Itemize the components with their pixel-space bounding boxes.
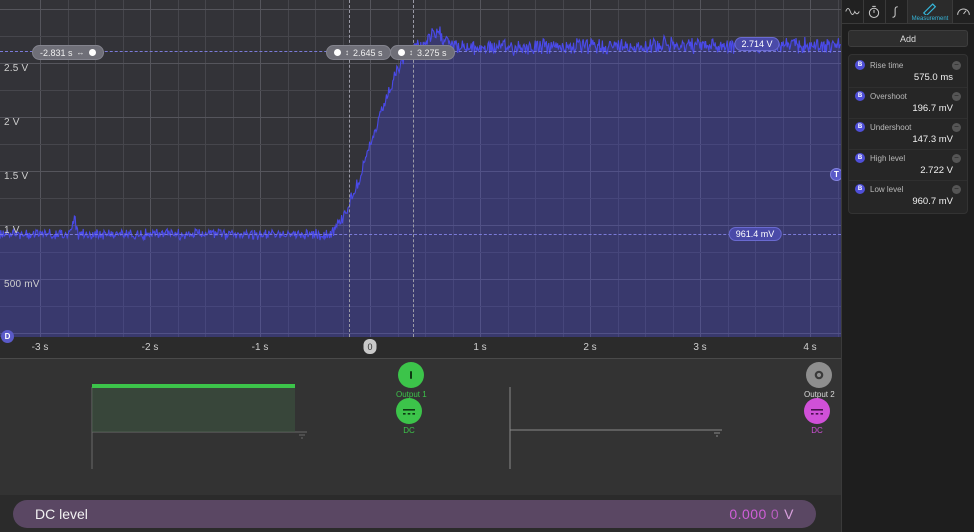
output2-mode-node[interactable]: DC bbox=[804, 398, 830, 435]
signal-editor[interactable]: Output 1 DC Output 2 bbox=[0, 359, 841, 495]
y-axis-label: 500 mV bbox=[4, 279, 40, 290]
cursor-line-low[interactable] bbox=[0, 234, 841, 235]
cursor-pill-3[interactable]: ↕ 3.275 s bbox=[390, 45, 455, 60]
tab-integral[interactable] bbox=[886, 0, 908, 23]
remove-measurement-icon[interactable]: − bbox=[952, 123, 961, 132]
tab-gauge[interactable] bbox=[953, 0, 974, 23]
channel-badge-icon: B bbox=[855, 122, 865, 132]
measurement-name: Undershoot bbox=[870, 123, 947, 132]
x-axis-label: 4 s bbox=[803, 342, 816, 353]
channel-badge-icon: B bbox=[855, 91, 865, 101]
cursor-handle-icon[interactable] bbox=[334, 49, 341, 56]
dc-level-bar[interactable]: DC level 0.0000V bbox=[13, 500, 816, 528]
x-axis-label: 1 s bbox=[473, 342, 486, 353]
remove-measurement-icon[interactable]: − bbox=[952, 185, 961, 194]
measurement-row[interactable]: B Low level − 960.7 mV bbox=[849, 181, 967, 211]
measurement-name: Rise time bbox=[870, 61, 947, 70]
cursor-pill-label: 2.645 s bbox=[353, 48, 383, 58]
value-pill-low[interactable]: 961.4 mV bbox=[729, 227, 782, 241]
cursor-arrow-icon: ↕ bbox=[345, 48, 349, 57]
tab-waveform[interactable] bbox=[842, 0, 864, 23]
measurement-name: Low level bbox=[870, 185, 947, 194]
measurement-row[interactable]: B Rise time − 575.0 ms bbox=[849, 57, 967, 88]
cursor-handle-icon[interactable] bbox=[89, 49, 96, 56]
y-axis-label: 1.5 V bbox=[4, 171, 28, 182]
channel-badge-icon: B bbox=[855, 60, 865, 70]
scope-area: 2.5 V 2 V 1.5 V 1 V 500 mV -2.831 s ↔ ↕ … bbox=[0, 0, 841, 532]
output1-mode-node[interactable]: DC bbox=[396, 398, 422, 435]
measurement-value: 147.3 mV bbox=[855, 132, 961, 145]
output2-mode-label: DC bbox=[811, 426, 823, 435]
dc-level-unit: V bbox=[784, 506, 794, 522]
cursor-arrow-icon: ↔ bbox=[77, 48, 85, 57]
measurement-value: 960.7 mV bbox=[855, 194, 961, 207]
add-measurement-button[interactable]: Add bbox=[848, 30, 968, 47]
dc-mode-icon[interactable] bbox=[804, 398, 830, 424]
cursor-arrow-icon: ↕ bbox=[409, 48, 413, 57]
cursor-pill-1[interactable]: -2.831 s ↔ bbox=[32, 45, 104, 60]
tab-timer[interactable] bbox=[864, 0, 886, 23]
cursor-handle-icon[interactable] bbox=[398, 49, 405, 56]
trigger-marker[interactable]: T bbox=[830, 168, 841, 181]
measurement-row[interactable]: B Undershoot − 147.3 mV bbox=[849, 119, 967, 150]
measurement-value: 575.0 ms bbox=[855, 70, 961, 83]
x-axis-label: -1 s bbox=[252, 342, 269, 353]
value-pill-high[interactable]: 2.714 V bbox=[734, 37, 779, 51]
tab-measurement[interactable]: Measurement bbox=[908, 0, 953, 23]
dc-level-label: DC level bbox=[35, 506, 88, 522]
x-axis-label: -2 s bbox=[142, 342, 159, 353]
time-zero-marker[interactable]: 0 bbox=[364, 339, 377, 354]
dc-level-value-main: 0.000 bbox=[729, 506, 767, 522]
scope-plot[interactable]: 2.5 V 2 V 1.5 V 1 V 500 mV -2.831 s ↔ ↕ … bbox=[0, 0, 841, 337]
measurement-value: 196.7 mV bbox=[855, 101, 961, 114]
measurement-row[interactable]: B High level − 2.722 V bbox=[849, 150, 967, 181]
output2-node[interactable]: Output 2 bbox=[804, 362, 835, 399]
channel-badge-icon: B bbox=[855, 153, 865, 163]
channel-marker[interactable]: D bbox=[1, 330, 14, 343]
measurement-list: B Rise time − 575.0 ms B Overshoot − 196… bbox=[848, 54, 968, 214]
y-axis-label: 2 V bbox=[4, 117, 20, 128]
cursor-pill-2[interactable]: ↕ 2.645 s bbox=[326, 45, 391, 60]
dc-level-value-fine: 0 bbox=[771, 506, 779, 522]
y-axis-label: 1 V bbox=[4, 225, 20, 236]
remove-measurement-icon[interactable]: − bbox=[952, 154, 961, 163]
output1-power-icon[interactable] bbox=[398, 362, 424, 388]
dc-mode-icon[interactable] bbox=[396, 398, 422, 424]
channel-badge-icon: B bbox=[855, 184, 865, 194]
x-axis: D -3 s -2 s -1 s 0 1 s 2 s 3 s 4 s bbox=[0, 337, 841, 359]
panel-toolbar: Measurement bbox=[842, 0, 974, 24]
measurement-name: Overshoot bbox=[870, 92, 947, 101]
output1-node[interactable]: Output 1 bbox=[396, 362, 427, 399]
remove-measurement-icon[interactable]: − bbox=[952, 92, 961, 101]
remove-measurement-icon[interactable]: − bbox=[952, 61, 961, 70]
dc-level-value[interactable]: 0.0000V bbox=[729, 506, 794, 522]
output2-power-icon[interactable] bbox=[806, 362, 832, 388]
output1-mode-label: DC bbox=[403, 426, 415, 435]
x-axis-label: 3 s bbox=[693, 342, 706, 353]
right-panel: Measurement Add B Rise time − 575.0 ms B… bbox=[841, 0, 974, 532]
y-axis-label: 2.5 V bbox=[4, 63, 28, 74]
measurement-value: 2.722 V bbox=[855, 163, 961, 176]
x-axis-label: 2 s bbox=[583, 342, 596, 353]
measurement-row[interactable]: B Overshoot − 196.7 mV bbox=[849, 88, 967, 119]
cursor-pill-label: -2.831 s bbox=[40, 48, 73, 58]
tab-measurement-label: Measurement bbox=[912, 16, 949, 22]
cursor-pill-label: 3.275 s bbox=[417, 48, 447, 58]
x-axis-label: -3 s bbox=[32, 342, 49, 353]
measurement-name: High level bbox=[870, 154, 947, 163]
